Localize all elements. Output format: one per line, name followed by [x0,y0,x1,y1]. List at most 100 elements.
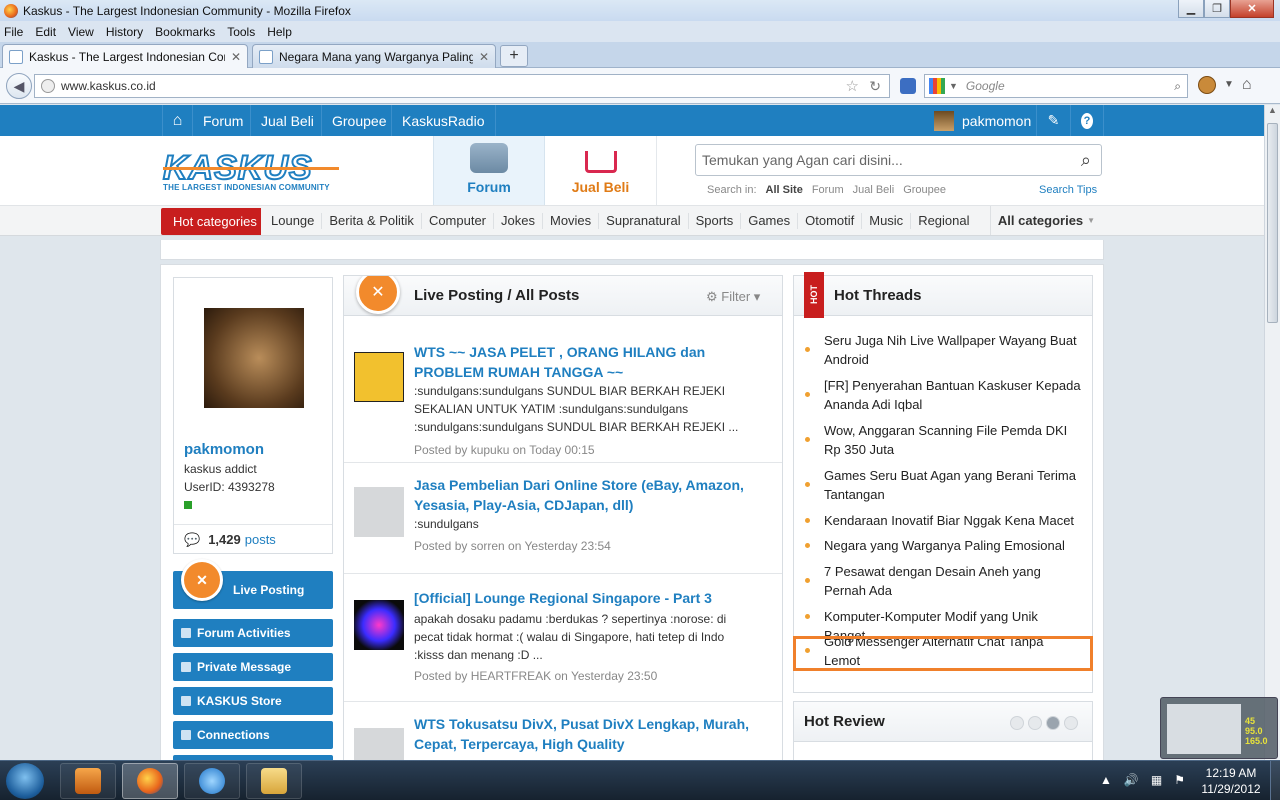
post-title[interactable]: WTS ~~ JASA PELET , ORANG HILANG dan PRO… [414,342,754,382]
filter-dropdown[interactable]: ⚙ Filter ▾ [706,289,760,305]
menu-help[interactable]: Help [267,25,292,39]
hot-thread-item[interactable]: Kendaraan Inovatif Biar Nggak Kena Macet [794,511,1092,530]
carousel-dot-active[interactable] [1046,716,1060,730]
maximize-button[interactable]: ❐ [1204,0,1230,18]
tray-chevron-up-icon[interactable]: ▲ [1100,773,1112,787]
hot-thread-item[interactable]: [FR] Penyerahan Bantuan Kaskuser Kepada … [794,376,1092,414]
tab-kaskus[interactable]: Kaskus - The Largest Indonesian Com... ✕ [2,44,248,68]
search-scope-all-site[interactable]: All Site [766,184,803,196]
hot-thread-title[interactable]: Seru Juga Nih Live Wallpaper Wayang Buat… [824,333,1077,367]
search-icon[interactable]: ⌕ [1174,79,1181,94]
kaskus-logo[interactable]: KASKUS THE LARGEST INDONESIAN COMMUNITY [162,150,339,192]
chevron-down-icon[interactable]: ▼ [1224,76,1234,94]
private-message-button[interactable]: Private Message [173,653,333,681]
user-menu[interactable]: pakmomon [924,105,1041,136]
post-item[interactable]: WTS ~~ JASA PELET , ORANG HILANG dan PRO… [344,316,782,463]
start-button[interactable] [6,763,44,799]
category-sports[interactable]: Sports [689,212,742,229]
menu-file[interactable]: File [4,25,23,39]
post-title[interactable]: WTS Tokusatsu DivX, Pusat DivX Lengkap, … [414,714,754,754]
greasemonkey-icon[interactable] [1198,76,1216,94]
scrollbar-thumb[interactable] [1267,123,1278,323]
reload-icon[interactable]: ↻ [869,78,881,95]
post-title[interactable]: [Official] Lounge Regional Singapore - P… [414,588,754,608]
tab-negara[interactable]: Negara Mana yang Warganya Paling ... ✕ [252,44,496,68]
hot-thread-title[interactable]: Kendaraan Inovatif Biar Nggak Kena Macet [824,513,1074,528]
new-tab-button[interactable]: + [500,45,528,67]
close-tab-icon[interactable]: ✕ [479,50,489,64]
close-button[interactable]: ✕ [1230,0,1274,18]
hot-thread-item[interactable]: Wow, Anggaran Scanning File Pemda DKI Rp… [794,421,1092,459]
carousel-dot[interactable] [1010,716,1024,730]
profile-username[interactable]: pakmomon [184,441,264,458]
search-scope-groupee[interactable]: Groupee [903,184,946,196]
show-desktop-button[interactable] [1270,761,1280,800]
post-item[interactable]: WTS Tokusatsu DivX, Pusat DivX Lengkap, … [344,702,782,760]
topnav-groupee[interactable]: Groupee [321,105,396,136]
browser-search-input[interactable]: ▼ Google ⌕ [924,74,1188,98]
search-scope-forum[interactable]: Forum [812,184,844,196]
hot-thread-item[interactable]: 7 Pesawat dengan Desain Aneh yang Pernah… [794,562,1092,600]
url-bar[interactable]: www.kaskus.co.id ☆ ↻ [34,74,890,98]
hot-thread-title[interactable]: Wow, Anggaran Scanning File Pemda DKI Rp… [824,423,1067,457]
network-icon[interactable]: ▦ [1151,773,1162,787]
pencil-icon[interactable]: ✎ [1036,105,1070,136]
category-games[interactable]: Games [741,212,799,229]
menu-view[interactable]: View [68,25,94,39]
topnav-forum[interactable]: Forum [192,105,253,136]
hot-thread-title[interactable]: [FR] Penyerahan Bantuan Kaskuser Kepada … [824,378,1081,412]
bookmark-star-icon[interactable]: ☆ [846,77,859,95]
header-tab-forum[interactable]: Forum [433,136,545,205]
taskbar-internet-explorer[interactable] [184,763,240,799]
menu-history[interactable]: History [106,25,143,39]
hot-thread-item[interactable]: Games Seru Buat Agan yang Berani Terima … [794,466,1092,504]
home-icon[interactable]: ⌂ [162,105,192,136]
live-posting-button[interactable]: ✕ Live Posting [173,559,333,609]
hot-thread-title[interactable]: Negara yang Warganya Paling Emosional [824,538,1065,553]
chevron-down-icon[interactable]: ▼ [949,81,958,91]
category-berita-politik[interactable]: Berita & Politik [322,212,422,229]
scroll-up-arrow[interactable]: ▲ [1265,105,1280,121]
posts-link[interactable]: posts [245,532,276,547]
carousel-dot[interactable] [1064,716,1078,730]
all-categories-dropdown[interactable]: All categories ▼ [990,206,1102,235]
profile-posts[interactable]: 💬 1,429 posts [174,524,332,554]
back-button[interactable]: ◀ [6,73,32,99]
category-regional[interactable]: Regional [911,213,976,229]
category-music[interactable]: Music [862,212,912,229]
hot-categories-label[interactable]: Hot categories [161,208,261,235]
page-scrollbar[interactable]: ▲ [1264,105,1280,760]
search-tips-link[interactable]: Search Tips [1039,184,1097,196]
post-item[interactable]: Jasa Pembelian Dari Online Store (eBay, … [344,463,782,574]
category-supranatural[interactable]: Supranatural [599,212,689,229]
menu-bookmarks[interactable]: Bookmarks [155,25,215,39]
category-otomotif[interactable]: Otomotif [798,212,863,229]
menu-edit[interactable]: Edit [35,25,56,39]
clock[interactable]: 12:19 AM 11/29/2012 [1196,765,1266,797]
taskbar-firefox[interactable] [122,763,178,799]
forum-activities-button[interactable]: Forum Activities [173,619,333,647]
post-title[interactable]: Jasa Pembelian Dari Online Store (eBay, … [414,475,754,515]
hot-thread-title[interactable]: Games Seru Buat Agan yang Berani Terima … [824,468,1076,502]
volume-icon[interactable]: 🔊 [1124,773,1139,787]
flag-icon[interactable]: ⚑ [1174,773,1185,787]
header-tab-jual-beli[interactable]: Jual Beli [545,136,657,205]
system-monitor-gadget[interactable]: 45 95.0 165.0 [1160,697,1278,759]
connections-button[interactable]: Connections [173,721,333,749]
category-movies[interactable]: Movies [543,212,600,229]
taskbar-explorer[interactable] [246,763,302,799]
topnav-kaskusradio[interactable]: KaskusRadio [391,105,496,136]
close-tab-icon[interactable]: ✕ [231,50,241,64]
taskbar-media-player[interactable] [60,763,116,799]
profile-picture[interactable] [204,308,304,408]
category-lounge[interactable]: Lounge [264,212,323,229]
addon-icon[interactable] [900,78,916,94]
menu-tools[interactable]: Tools [227,25,255,39]
search-scope-jual-beli[interactable]: Jual Beli [853,184,895,196]
kaskus-store-button[interactable]: KASKUS Store [173,687,333,715]
google-icon[interactable] [929,78,945,94]
post-item[interactable]: [Official] Lounge Regional Singapore - P… [344,574,782,702]
home-icon[interactable]: ⌂ [1242,76,1252,94]
help-button[interactable]: ? [1070,105,1104,136]
hot-thread-title[interactable]: 7 Pesawat dengan Desain Aneh yang Pernah… [824,564,1041,598]
